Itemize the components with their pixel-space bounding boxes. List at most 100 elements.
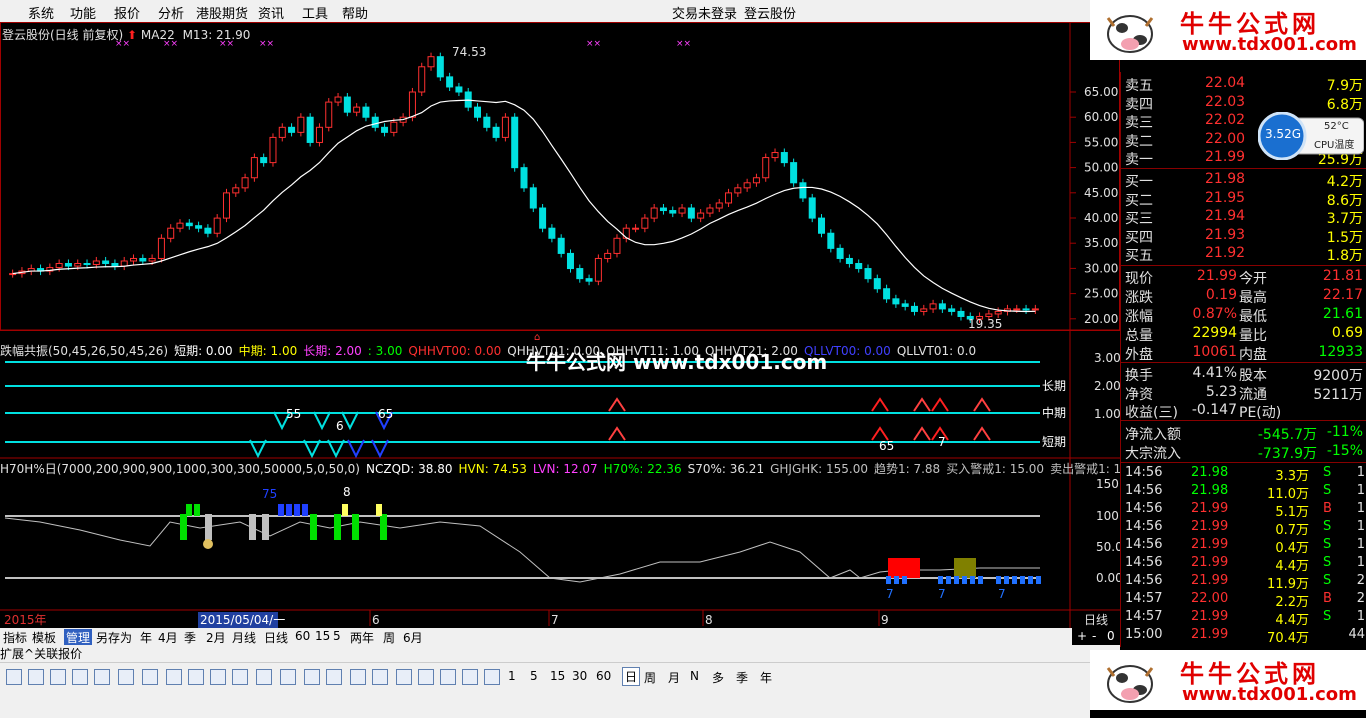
candle-body: [130, 257, 138, 262]
tab-linked-quote[interactable]: 关联报价: [34, 647, 82, 661]
ask-price: 22.04: [1205, 75, 1246, 91]
tab-9[interactable]: 日线: [264, 629, 288, 646]
price-high-label: 74.53: [452, 45, 486, 59]
candle-icon[interactable]: [166, 669, 182, 685]
candle-body: [157, 237, 165, 259]
doc-icon[interactable]: [256, 669, 272, 685]
price-axis-label: 60.00: [1084, 110, 1118, 124]
candle-body: [948, 308, 956, 312]
period-button-2[interactable]: 15: [550, 669, 565, 683]
f7-icon[interactable]: [304, 669, 320, 685]
menu-item-4[interactable]: 港股期货: [196, 3, 248, 22]
period-button-7[interactable]: 月: [668, 669, 680, 686]
tab-0[interactable]: 指标: [3, 629, 27, 646]
ind2-blue-bar: [1012, 576, 1017, 584]
tab-extend[interactable]: 扩展^: [0, 647, 34, 661]
ind1-caret-mark: [608, 397, 626, 412]
menu-item-7[interactable]: 帮助: [342, 3, 368, 22]
up-arrow-icon[interactable]: [28, 669, 44, 685]
tick-price: 21.99: [1191, 519, 1229, 534]
wave-icon[interactable]: [350, 669, 366, 685]
ind2-bar: [205, 514, 212, 540]
grid-icon[interactable]: [94, 669, 110, 685]
bid-row-1: 买二 21.95 8.6万: [1121, 189, 1366, 209]
menu-item-3[interactable]: 分析: [158, 3, 184, 22]
tab-3[interactable]: 另存为: [96, 629, 132, 646]
candle-body: [64, 263, 72, 267]
tick-count: 1: [1356, 483, 1365, 498]
tab-12[interactable]: 5: [333, 629, 341, 643]
tab-4[interactable]: 年: [140, 629, 152, 646]
period-button-8[interactable]: N: [690, 669, 699, 683]
period-button-10[interactable]: 季: [736, 669, 748, 686]
f10-icon[interactable]: [232, 669, 248, 685]
tab-14[interactable]: 周: [383, 629, 395, 646]
fin-icon[interactable]: [210, 669, 226, 685]
candle-body: [278, 126, 286, 138]
tab-13[interactable]: 两年: [350, 629, 374, 646]
ind1-field: QHHVT00: 0.00: [408, 344, 502, 358]
ind2-field: HVN: 74.53: [458, 462, 527, 476]
tab-8[interactable]: 月线: [232, 629, 256, 646]
menu-item-6[interactable]: 工具: [302, 3, 328, 22]
tick-price: 21.99: [1191, 609, 1229, 624]
menu-item-5[interactable]: 资讯: [258, 3, 284, 22]
tab-2[interactable]: 管理: [64, 629, 93, 646]
tick-side: S: [1323, 483, 1332, 498]
candle-body: [315, 126, 323, 143]
candle-body: [780, 152, 788, 164]
left-arrow-icon[interactable]: [6, 669, 22, 685]
tab-15[interactable]: 6月: [403, 629, 423, 646]
candle-body: [994, 310, 1002, 315]
period-button-0[interactable]: 1: [508, 669, 516, 683]
period-button-1[interactable]: 5: [530, 669, 538, 683]
stat2-row-2: 收益(三) -0.147 PE(动): [1121, 401, 1366, 421]
candle-body: [920, 308, 928, 312]
ring-icon[interactable]: [326, 669, 342, 685]
tab-5[interactable]: 4月: [158, 629, 178, 646]
stat-value: 0.87%: [1192, 306, 1237, 322]
ind2-label: 75: [262, 487, 277, 501]
period-button-11[interactable]: 年: [760, 669, 772, 686]
tab-10[interactable]: 60: [295, 629, 310, 643]
zoom-out-button[interactable]: -: [1092, 629, 1096, 643]
candle-body: [771, 152, 779, 159]
move-icon[interactable]: [418, 669, 434, 685]
tab-7[interactable]: 2月: [206, 629, 226, 646]
fiz-icon[interactable]: [280, 669, 296, 685]
pencil-icon[interactable]: [440, 669, 456, 685]
tick-price: 21.99: [1191, 627, 1229, 642]
candle-body: [520, 167, 528, 189]
rsi-icon[interactable]: [372, 669, 388, 685]
period-button-6[interactable]: 周: [644, 669, 656, 686]
period-button-9[interactable]: 多: [712, 669, 724, 686]
tab-1[interactable]: 模板: [32, 629, 56, 646]
banner-url: www.tdx001.com: [1182, 34, 1357, 55]
period-button-5[interactable]: 日: [622, 667, 641, 686]
table-icon[interactable]: [118, 669, 134, 685]
tab-6[interactable]: 季: [184, 629, 196, 646]
f5-icon[interactable]: [462, 669, 478, 685]
period-button-4[interactable]: 60: [596, 669, 611, 683]
menu-item-2[interactable]: 报价: [114, 3, 140, 22]
right-arrow-icon[interactable]: [72, 669, 88, 685]
line-chart-icon[interactable]: [142, 669, 158, 685]
tab-11[interactable]: 15: [315, 629, 330, 643]
candle-body: [455, 86, 463, 93]
tick-price: 21.98: [1191, 465, 1229, 480]
zoom-in-button[interactable]: +: [1077, 629, 1087, 643]
ind2-blue-bar: [894, 576, 899, 584]
date-month-label: 8: [705, 613, 713, 627]
bar-icon[interactable]: [188, 669, 204, 685]
down-arrow-icon[interactable]: [50, 669, 66, 685]
refresh-icon[interactable]: [484, 669, 500, 685]
ind2-cap: [194, 504, 200, 516]
menu-item-0[interactable]: 系统: [28, 3, 54, 22]
stats2-divider: [1121, 362, 1366, 363]
chart-area[interactable]: 65.00 60.00 55.00 50.00 45.00 40.00 35.00 30.00…: [0, 22, 1156, 632]
menu-item-1[interactable]: 功能: [70, 3, 96, 22]
dollar-icon[interactable]: [396, 669, 412, 685]
zoom-reset-button[interactable]: 0: [1107, 629, 1115, 643]
period-button-3[interactable]: 30: [572, 669, 587, 683]
period-label: 日线: [1084, 613, 1108, 627]
